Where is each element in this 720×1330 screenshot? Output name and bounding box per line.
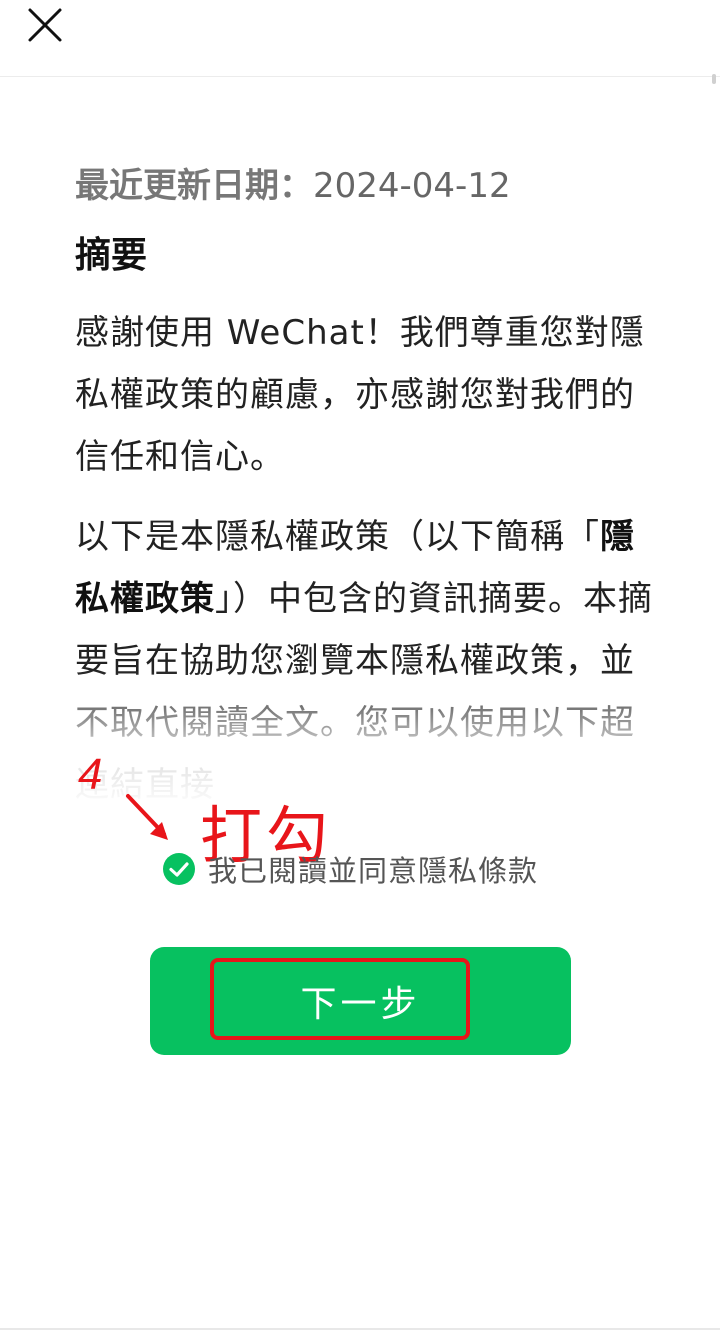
top-bar: [0, 0, 720, 77]
close-button[interactable]: [24, 4, 68, 48]
summary-paragraph: 以下是本隱私權政策（以下簡稱「隱私權政策」）中包含的資訊摘要。本摘要旨在協助您瀏…: [75, 506, 655, 810]
close-icon: [28, 8, 62, 42]
summary-heading: 摘要: [75, 235, 148, 276]
next-step-button[interactable]: 下一步: [150, 947, 571, 1055]
agree-label: 我已閱讀並同意隱私條款: [208, 854, 539, 888]
next-step-label: 下一步: [300, 984, 421, 1025]
checkmark-circle-icon[interactable]: [162, 852, 196, 886]
annotation-step-number: 4: [78, 750, 103, 799]
last-updated: 最近更新日期：2024-04-12: [75, 160, 655, 212]
last-updated-date: 2024-04-12: [313, 166, 511, 206]
scroll-indicator[interactable]: [712, 74, 716, 84]
summary-paragraph-prefix: 以下是本隱私權政策（以下簡稱「: [75, 517, 600, 557]
policy-content[interactable]: 最近更新日期：2024-04-12 摘要 感謝使用 WeChat！我們尊重您對隱…: [75, 160, 655, 810]
intro-paragraph: 感謝使用 WeChat！我們尊重您對隱私權政策的顧慮，亦感謝您對我們的信任和信心…: [75, 313, 645, 477]
annotation-arrow-icon: [126, 794, 168, 840]
agree-checkbox-row[interactable]: 我已閱讀並同意隱私條款: [162, 848, 538, 890]
last-updated-label: 最近更新日期：: [75, 166, 313, 206]
